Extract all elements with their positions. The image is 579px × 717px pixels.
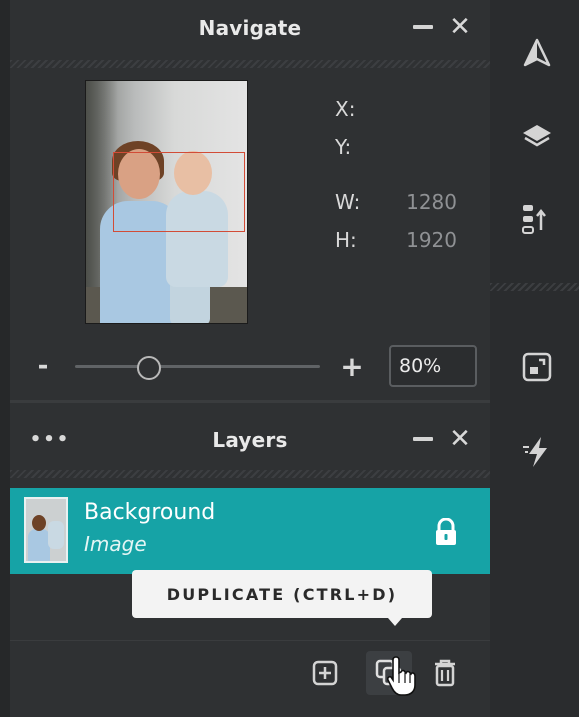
layer-item[interactable]: Background Image: [10, 488, 490, 574]
layer-thumbnail: [24, 497, 68, 563]
navigator-preview[interactable]: [85, 80, 248, 324]
navigate-icon: [523, 38, 551, 67]
height-label: H:: [335, 228, 357, 252]
crop-resize-tool[interactable]: [520, 350, 554, 384]
layer-name: Background: [84, 500, 216, 525]
crop-resize-icon: [522, 352, 552, 382]
navigate-minimize-button[interactable]: [408, 12, 438, 42]
zoom-slider-thumb[interactable]: [136, 356, 161, 380]
right-toolbar: [490, 0, 579, 717]
minimize-icon: [413, 25, 433, 29]
app-window: Navigate ✕ X: Y: W: 1280 H: 1920 - + 80%…: [0, 0, 579, 717]
width-value: 1280: [406, 190, 457, 214]
navigate-tool[interactable]: [520, 36, 554, 70]
quick-actions-tool[interactable]: [520, 435, 554, 469]
minimize-icon: [413, 437, 433, 441]
history-tool[interactable]: [520, 202, 554, 236]
navigate-divider: [10, 60, 490, 68]
quick-actions-icon: [523, 437, 547, 467]
delete-layer-button[interactable]: [428, 651, 462, 695]
toolbar-divider: [490, 283, 579, 291]
duplicate-tooltip: DUPLICATE (CTRL+D): [132, 570, 432, 618]
side-panels: Navigate ✕ X: Y: W: 1280 H: 1920 - + 80%…: [10, 0, 490, 717]
width-label: W:: [335, 190, 361, 214]
navigate-panel-header: Navigate ✕: [10, 0, 490, 56]
add-layer-icon: [312, 660, 338, 686]
add-layer-button[interactable]: [308, 651, 342, 695]
height-value: 1920: [406, 228, 457, 252]
tooltip-arrow: [388, 618, 402, 626]
layer-type: Image: [84, 532, 147, 556]
layers-panel-header: ••• Layers ✕: [10, 410, 490, 466]
y-label: Y:: [335, 135, 352, 159]
hand-cursor-icon: [387, 656, 416, 696]
trash-icon: [435, 659, 455, 687]
zoom-out-button[interactable]: -: [31, 351, 55, 381]
layers-divider: [10, 470, 490, 478]
close-icon: ✕: [449, 424, 471, 454]
layers-minimize-button[interactable]: [408, 424, 438, 454]
zoom-in-button[interactable]: +: [338, 350, 366, 383]
history-icon: [522, 205, 546, 234]
zoom-divider: [10, 400, 490, 403]
layers-icon: [523, 125, 551, 147]
zoom-input[interactable]: [389, 345, 477, 387]
zoom-controls: - +: [10, 340, 490, 396]
viewport-rectangle[interactable]: [113, 152, 245, 232]
zoom-slider-track[interactable]: [75, 365, 320, 368]
x-label: X:: [335, 97, 356, 121]
layers-tool[interactable]: [520, 120, 554, 154]
lock-icon[interactable]: [433, 518, 459, 546]
close-icon: ✕: [449, 12, 471, 42]
layers-action-bar: [10, 640, 490, 717]
navigate-close-button[interactable]: ✕: [445, 12, 475, 42]
layers-close-button[interactable]: ✕: [445, 424, 475, 454]
